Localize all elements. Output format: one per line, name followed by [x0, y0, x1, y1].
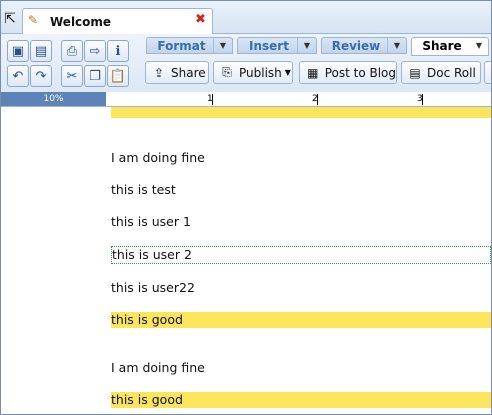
- paragraph[interactable]: this is test: [111, 182, 491, 198]
- paragraph-highlighted[interactable]: this is good: [111, 392, 491, 408]
- paragraph[interactable]: I am doing fine: [111, 150, 491, 166]
- print-icon[interactable]: ⎙: [61, 40, 83, 62]
- document-tab[interactable]: ✎ Welcome ✖: [22, 8, 213, 35]
- publish-button-label: Publish: [239, 65, 282, 80]
- ruler: 10% 1 2 3: [1, 92, 491, 107]
- tab-insert[interactable]: Insert ▼: [237, 37, 317, 54]
- paragraph[interactable]: this is user 1: [111, 214, 491, 230]
- document-tab-strip: ⇱ ✎ Welcome ✖: [1, 1, 491, 35]
- export-icon[interactable]: ⇨: [84, 40, 106, 62]
- chevron-down-icon[interactable]: ▼: [470, 38, 488, 53]
- zoom-level[interactable]: 10%: [1, 92, 106, 106]
- restore-window-icon[interactable]: ⇱: [1, 10, 19, 28]
- chevron-down-icon[interactable]: ▼: [213, 38, 232, 53]
- copy-icon[interactable]: ❐: [84, 65, 106, 87]
- chevron-down-icon[interactable]: ▼: [387, 38, 406, 53]
- highlighted-text-fragment: [111, 107, 491, 118]
- document-tab-title: Welcome: [50, 15, 112, 29]
- paragraph[interactable]: I am doing fine: [111, 360, 491, 376]
- redo-icon[interactable]: ↷: [30, 65, 52, 87]
- paragraph[interactable]: this is user22: [111, 280, 491, 296]
- toolbar-area: ▣ ▤ ⎙ ⇨ ℹ ↶ ↷ ✂ ❐ 📋 Format ▼ Insert ▼ Re…: [1, 34, 491, 93]
- doc-roll-button[interactable]: ▤ Doc Roll: [401, 61, 481, 84]
- doc-roll-icon: ▤: [409, 65, 421, 80]
- post-to-blog-button[interactable]: ▦ Post to Blog: [299, 61, 397, 84]
- info-icon[interactable]: ℹ: [107, 40, 129, 62]
- tab-format[interactable]: Format ▼: [146, 37, 233, 54]
- tab-share[interactable]: Share ▼: [411, 37, 489, 56]
- publish-icon: ⎘: [222, 65, 232, 79]
- tab-review[interactable]: Review ▼: [321, 37, 407, 54]
- share-button-label: Share: [171, 65, 206, 80]
- pencil-icon: ✎: [28, 13, 39, 27]
- tab-review-label: Review: [331, 39, 381, 53]
- cut-icon[interactable]: ✂: [61, 65, 83, 87]
- chevron-down-icon[interactable]: ▼: [297, 38, 316, 53]
- chevron-down-icon: ▼: [284, 68, 291, 77]
- app-window: ⇱ ✎ Welcome ✖ ▣ ▤ ⎙ ⇨ ℹ ↶ ↷ ✂ ❐ 📋 Format…: [0, 0, 492, 415]
- paragraph-highlighted[interactable]: this is good: [111, 312, 491, 328]
- paragraph-selected[interactable]: this is user 2: [111, 246, 491, 264]
- blog-icon: ▦: [307, 65, 319, 80]
- save-as-icon[interactable]: ▤: [30, 40, 52, 62]
- publish-button[interactable]: ⎘ Publish ▼: [213, 61, 293, 84]
- undo-icon[interactable]: ↶: [7, 65, 29, 87]
- ruler-tick: [422, 94, 423, 105]
- close-tab-icon[interactable]: ✖: [195, 12, 206, 27]
- ruler-tick: [212, 94, 213, 105]
- paste-icon[interactable]: 📋: [107, 65, 129, 87]
- overflow-button[interactable]: [484, 61, 491, 84]
- share-icon: ⇪: [153, 65, 165, 80]
- tab-share-label: Share: [422, 39, 462, 53]
- save-icon[interactable]: ▣: [7, 40, 29, 62]
- share-button[interactable]: ⇪ Share: [145, 61, 209, 84]
- post-to-blog-button-label: Post to Blog: [324, 65, 396, 80]
- tab-insert-label: Insert: [249, 39, 289, 53]
- document-editor[interactable]: I am doing fine this is test this is use…: [1, 107, 491, 414]
- doc-roll-button-label: Doc Roll: [427, 65, 476, 80]
- ruler-tick: [317, 94, 318, 105]
- tab-format-label: Format: [157, 39, 206, 53]
